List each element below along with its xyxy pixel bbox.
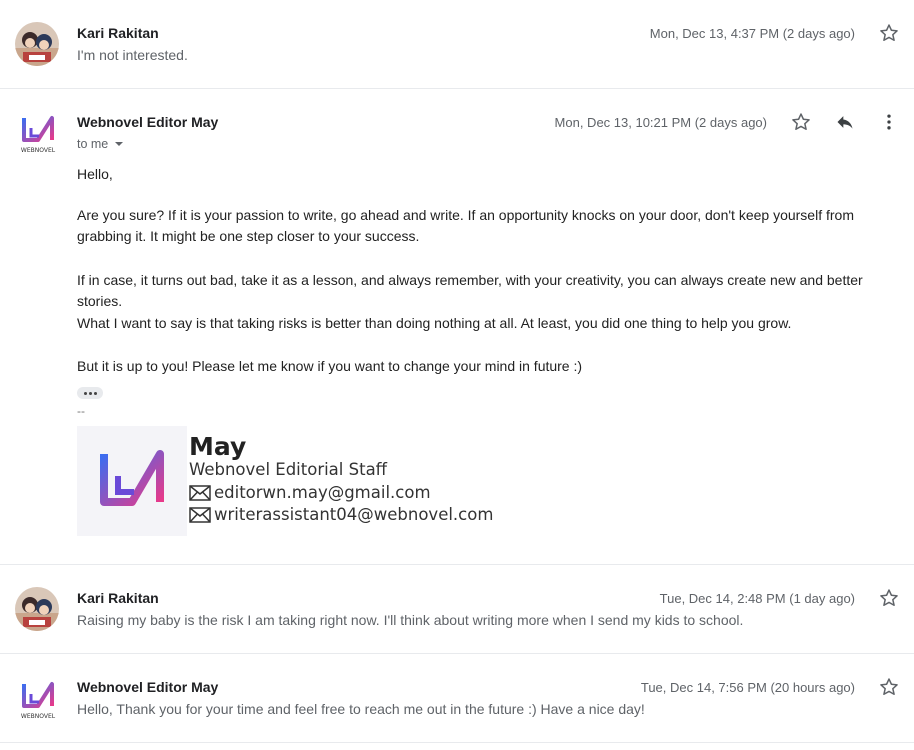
message-date: Tue, Dec 14, 2:48 PM (1 day ago) <box>659 591 855 606</box>
svg-text:WEBNOVEL: WEBNOVEL <box>21 147 56 154</box>
message-body: Hello, Are you sure? If it is your passi… <box>77 164 907 378</box>
signature-logo <box>77 426 187 536</box>
recipient-dropdown[interactable]: to me <box>77 137 124 151</box>
message-collapsed[interactable]: WEBNOVEL Webnovel Editor May Hello, Than… <box>0 654 914 742</box>
star-icon[interactable] <box>877 586 901 610</box>
signature-email-text: writerassistant04@webnovel.com <box>214 505 494 524</box>
avatar-photo-icon <box>15 587 59 631</box>
signature-email[interactable]: writerassistant04@webnovel.com <box>189 505 493 524</box>
more-options-icon[interactable] <box>877 110 901 134</box>
body-paragraph: What I want to say is that taking risks … <box>77 314 792 331</box>
avatar: WEBNOVEL <box>15 676 61 722</box>
webnovel-logo-icon <box>100 450 164 506</box>
message-snippet: Raising my baby is the risk I am taking … <box>77 612 744 628</box>
reply-icon[interactable] <box>833 110 857 134</box>
show-trimmed-content-button[interactable] <box>77 387 103 399</box>
message-date: Mon, Dec 13, 4:37 PM (2 days ago) <box>649 26 855 41</box>
sender-name: Webnovel Editor May <box>77 114 219 130</box>
signature-title: Webnovel Editorial Staff <box>189 460 388 479</box>
caret-down-icon <box>115 142 124 146</box>
avatar <box>15 587 59 631</box>
svg-text:WEBNOVEL: WEBNOVEL <box>21 713 56 720</box>
body-paragraph: Hello, <box>77 166 113 182</box>
divider <box>0 742 914 743</box>
webnovel-logo-icon: WEBNOVEL <box>21 682 56 720</box>
recipient-label: to me <box>77 137 109 151</box>
signature-name: May <box>189 432 247 461</box>
star-icon[interactable] <box>877 675 901 699</box>
message-collapsed[interactable]: Kari Rakitan I'm not interested. Mon, De… <box>0 0 914 88</box>
envelope-icon <box>189 484 211 501</box>
message-snippet: Hello, Thank you for your time and feel … <box>77 701 645 717</box>
sender-name: Kari Rakitan <box>77 25 159 41</box>
message-collapsed[interactable]: Kari Rakitan Raising my baby is the risk… <box>0 565 914 653</box>
sender-name: Kari Rakitan <box>77 590 159 606</box>
signature-email[interactable]: editorwn.may@gmail.com <box>189 483 431 502</box>
avatar <box>15 22 59 66</box>
body-paragraph: But it is up to you! Please let me know … <box>77 358 583 374</box>
sender-name: Webnovel Editor May <box>77 679 219 695</box>
avatar: WEBNOVEL <box>15 110 61 156</box>
body-paragraph: Are you sure? If it is your passion to w… <box>77 206 854 245</box>
envelope-icon <box>189 506 211 523</box>
body-paragraph: If in case, it turns out bad, take it as… <box>77 271 863 310</box>
signature-block: May Webnovel Editorial Staff editorwn.ma… <box>77 426 497 538</box>
star-icon[interactable] <box>789 110 813 134</box>
star-icon[interactable] <box>877 21 901 45</box>
message-snippet: I'm not interested. <box>77 47 188 63</box>
signature-email-text: editorwn.may@gmail.com <box>214 483 431 502</box>
message-date: Tue, Dec 14, 7:56 PM (20 hours ago) <box>640 680 855 695</box>
webnovel-logo-icon: WEBNOVEL <box>21 116 56 154</box>
avatar-photo-icon <box>15 22 59 66</box>
signature-separator: -- <box>77 404 85 418</box>
message-date: Mon, Dec 13, 10:21 PM (2 days ago) <box>554 115 767 130</box>
